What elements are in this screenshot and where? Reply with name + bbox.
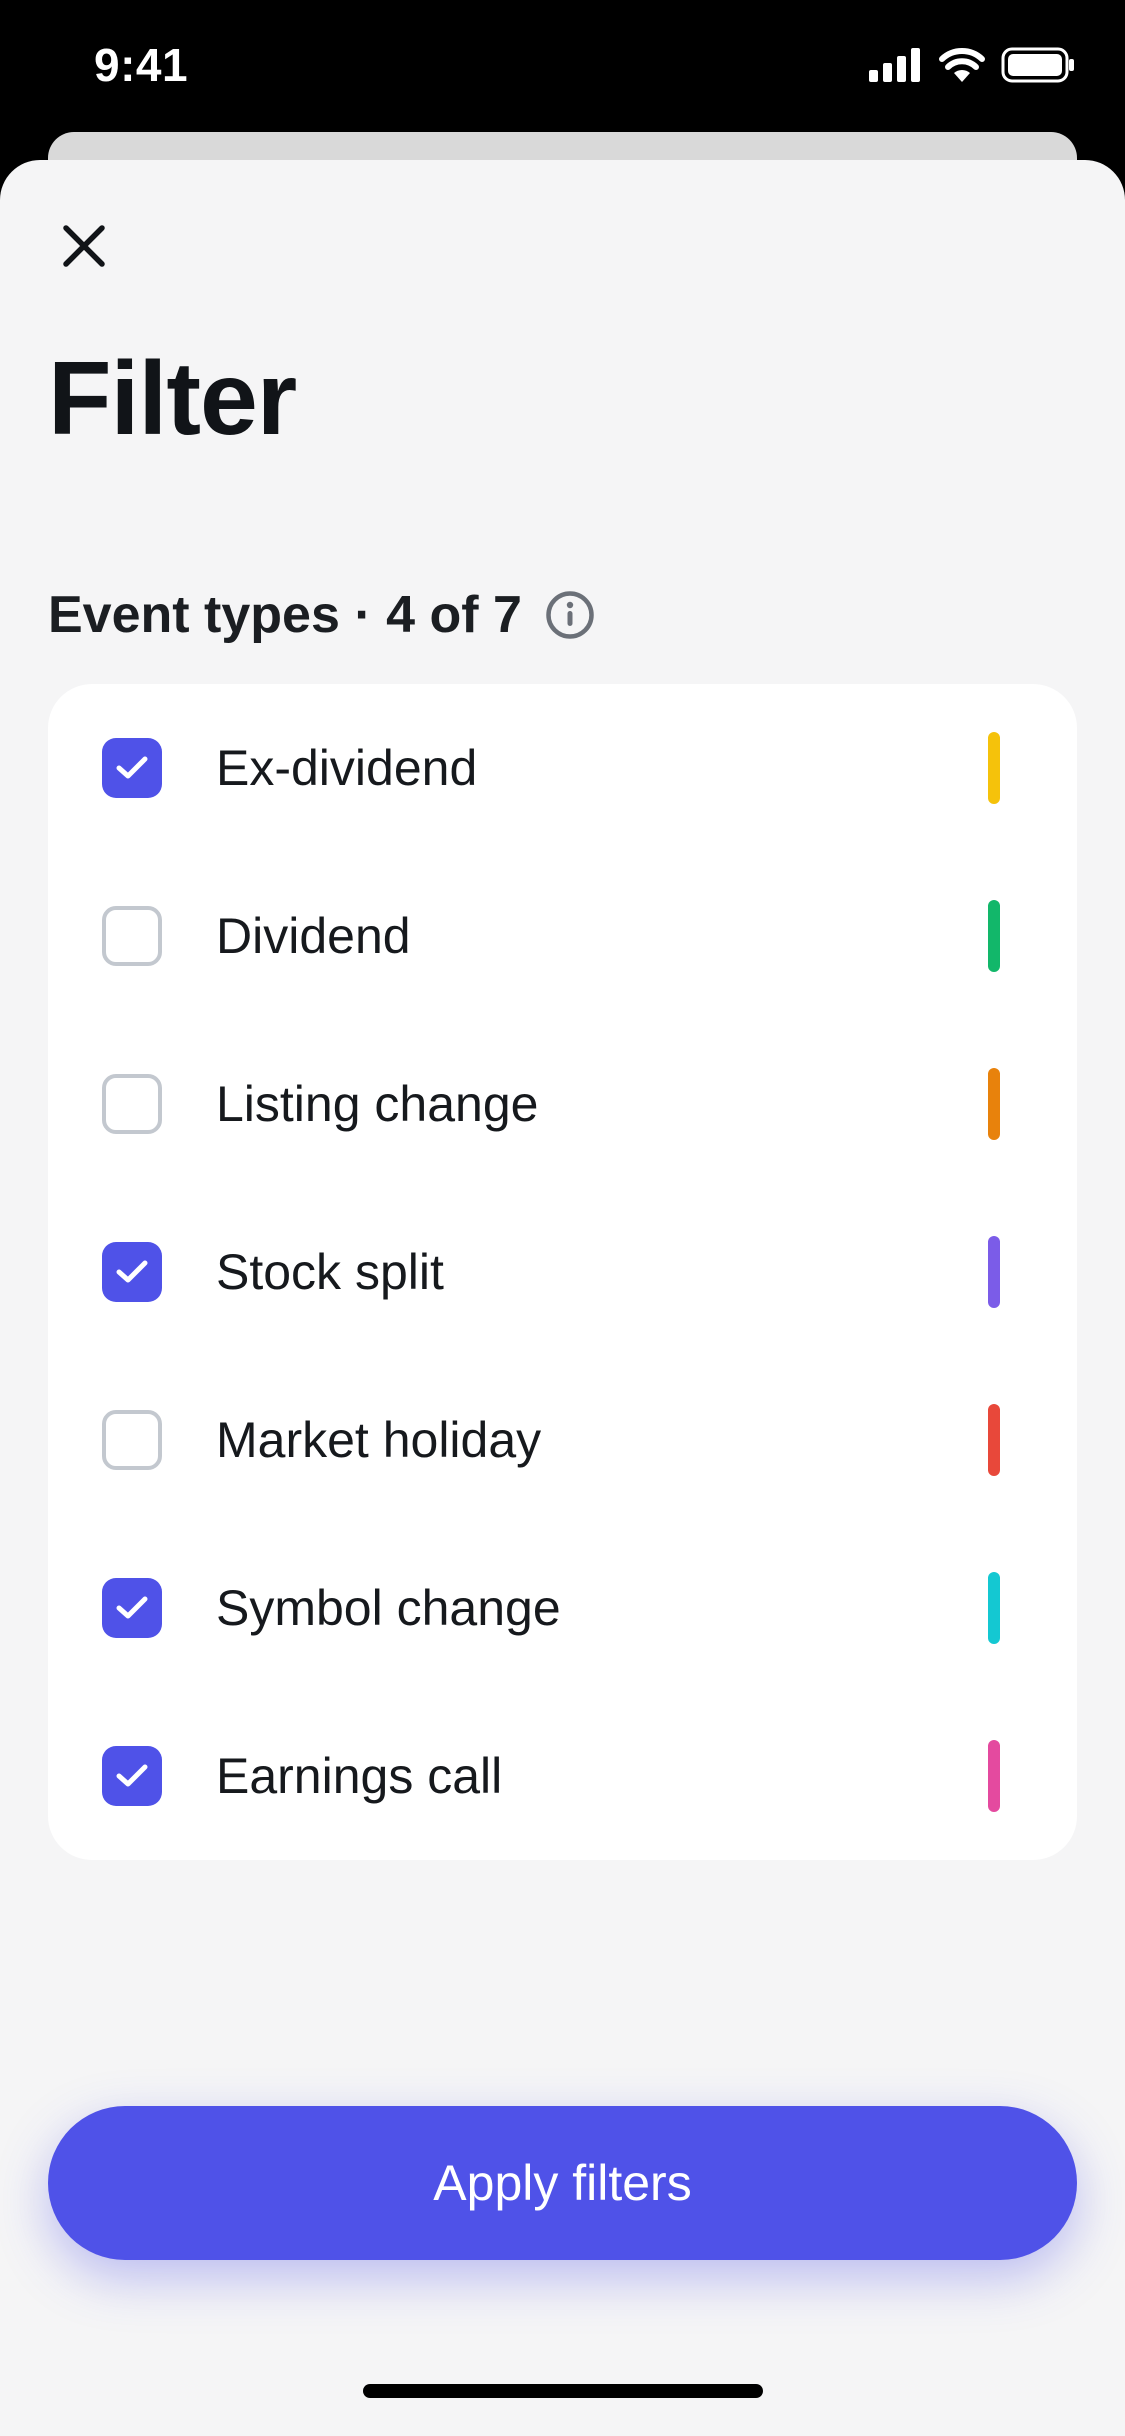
section-title: Event types · 4 of 7 [48, 586, 522, 644]
color-indicator [988, 1572, 1000, 1644]
checkbox[interactable] [102, 1746, 162, 1806]
checkbox[interactable] [102, 1410, 162, 1470]
list-item[interactable]: Ex-dividend [48, 684, 1077, 852]
color-indicator [988, 1068, 1000, 1140]
event-type-list: Ex-dividend Dividend Listing change Stoc… [48, 684, 1077, 1860]
checkbox[interactable] [102, 1242, 162, 1302]
list-item[interactable]: Symbol change [48, 1524, 1077, 1692]
checkbox[interactable] [102, 1074, 162, 1134]
item-label: Stock split [216, 1244, 444, 1300]
item-label: Listing change [216, 1076, 539, 1132]
check-icon [116, 1596, 148, 1619]
check-icon [116, 1260, 148, 1283]
color-indicator [988, 732, 1000, 804]
list-item[interactable]: Stock split [48, 1188, 1077, 1356]
page-title: Filter [48, 341, 297, 457]
color-indicator [988, 900, 1000, 972]
list-item[interactable]: Listing change [48, 1020, 1077, 1188]
filter-sheet: Filter Event types · 4 of 7 Ex-dividend … [0, 160, 1125, 2436]
list-item[interactable]: Earnings call [48, 1692, 1077, 1860]
status-time: 9:41 [94, 39, 189, 91]
item-label: Earnings call [216, 1748, 503, 1804]
color-indicator [988, 1740, 1000, 1812]
info-icon[interactable] [544, 589, 596, 641]
color-indicator [988, 1236, 1000, 1308]
item-label: Market holiday [216, 1412, 542, 1468]
checkbox[interactable] [102, 906, 162, 966]
signal-icon [869, 47, 923, 87]
item-label: Symbol change [216, 1580, 561, 1636]
status-icons [869, 46, 1075, 88]
item-label: Dividend [216, 908, 411, 964]
wifi-icon [939, 47, 985, 87]
check-icon [116, 756, 148, 779]
close-button[interactable] [52, 216, 116, 280]
section-header: Event types · 4 of 7 [48, 580, 596, 650]
item-label: Ex-dividend [216, 740, 478, 796]
list-item[interactable]: Market holiday [48, 1356, 1077, 1524]
close-icon [62, 224, 106, 273]
home-indicator [363, 2384, 763, 2398]
battery-icon [1001, 47, 1075, 88]
color-indicator [988, 1404, 1000, 1476]
list-item[interactable]: Dividend [48, 852, 1077, 1020]
checkbox[interactable] [102, 1578, 162, 1638]
check-icon [116, 1764, 148, 1787]
checkbox[interactable] [102, 738, 162, 798]
apply-filters-button[interactable]: Apply filters [48, 2106, 1077, 2260]
status-bar: 9:41 [0, 0, 1125, 150]
